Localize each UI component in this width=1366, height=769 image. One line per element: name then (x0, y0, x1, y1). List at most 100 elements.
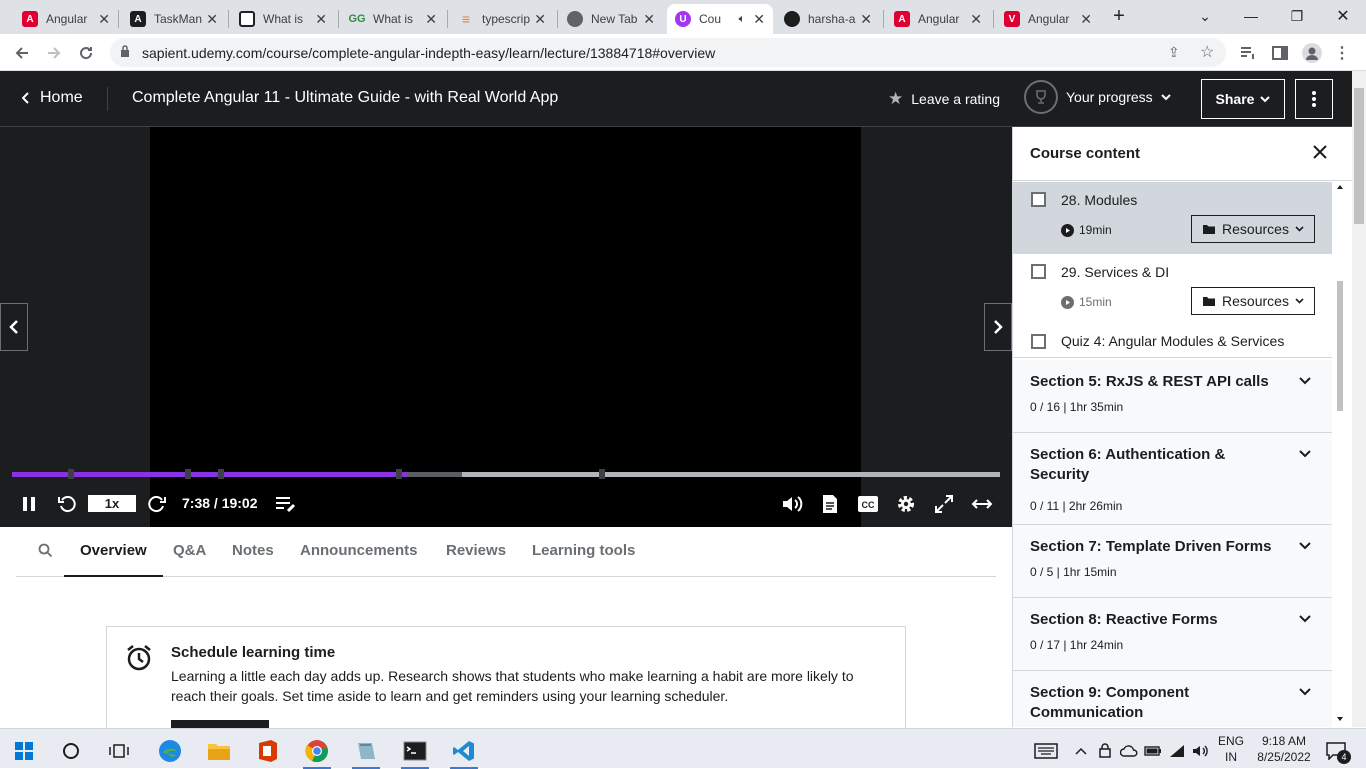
lecture-item[interactable]: 28. Modules 19min Resources (1013, 182, 1332, 254)
vscode-icon[interactable] (444, 733, 484, 769)
browser-tab[interactable]: New Tab ✕ (559, 4, 663, 34)
reading-list-icon[interactable] (1237, 42, 1259, 64)
fullscreen-icon[interactable] (932, 492, 956, 516)
close-icon[interactable]: ✕ (753, 11, 765, 28)
tab-search-icon[interactable]: ⌄ (1182, 0, 1228, 32)
tab-announcements[interactable]: Announcements (300, 542, 418, 559)
url-text[interactable]: sapient.udemy.com/course/complete-angula… (142, 45, 715, 61)
back-button[interactable] (9, 40, 35, 66)
browser-tab[interactable]: A TaskMan ✕ (122, 4, 226, 34)
captions-icon[interactable]: CC (856, 492, 880, 516)
close-icon[interactable]: ✕ (425, 11, 437, 28)
browser-tab-active[interactable]: U Cou 🔈︎ ✕ (667, 4, 773, 34)
browser-tab[interactable]: V Angular ✕ (996, 4, 1100, 34)
seek-bar[interactable] (12, 469, 1000, 479)
close-icon[interactable]: ✕ (860, 11, 872, 28)
bookmark-star-icon[interactable]: ☆ (1200, 42, 1214, 62)
maximize-button[interactable]: ❐ (1274, 0, 1320, 32)
close-icon[interactable]: ✕ (98, 11, 110, 28)
leave-rating-button[interactable]: ★ Leave a rating (888, 89, 1000, 109)
search-icon[interactable] (38, 543, 53, 558)
reload-button[interactable] (73, 40, 99, 66)
onedrive-icon[interactable] (1118, 733, 1140, 769)
clock[interactable]: 9:18 AM 8/25/2022 (1252, 733, 1316, 765)
playback-speed-button[interactable]: 1x (88, 495, 136, 512)
notepad-icon[interactable] (346, 733, 386, 769)
address-bar[interactable]: sapient.udemy.com/course/complete-angula… (110, 38, 1226, 67)
windows-start-icon[interactable] (4, 733, 44, 769)
expand-width-icon[interactable] (970, 492, 994, 516)
close-icon[interactable]: ✕ (970, 11, 982, 28)
lecture-checkbox[interactable] (1031, 192, 1046, 207)
language-indicator[interactable]: ENG IN (1216, 733, 1246, 765)
section-header[interactable]: Section 8: Reactive Forms 0 / 17 | 1hr 2… (1013, 598, 1332, 671)
video-player[interactable]: 1x 7:38 / 19:02 CC (0, 127, 1012, 527)
video-screen[interactable] (150, 127, 861, 527)
wifi-icon[interactable] (1166, 733, 1188, 769)
office-icon[interactable] (248, 733, 288, 769)
page-scroll-thumb[interactable] (1354, 88, 1364, 224)
notification-center-icon[interactable]: 4 (1318, 733, 1354, 769)
section-header[interactable]: Section 7: Template Driven Forms 0 / 5 |… (1013, 525, 1332, 598)
lecture-item[interactable]: 29. Services & DI 15min Resources (1013, 254, 1332, 326)
lock-icon[interactable] (120, 45, 130, 57)
progress-button[interactable]: Your progress (1024, 80, 1171, 114)
volume-icon[interactable] (1190, 733, 1212, 769)
terminal-icon[interactable] (395, 733, 435, 769)
browser-tab[interactable]: GG What is ✕ (341, 4, 445, 34)
minimize-button[interactable]: — (1228, 0, 1274, 32)
volume-icon[interactable] (780, 492, 804, 516)
browser-tab[interactable]: harsha-a ✕ (776, 4, 880, 34)
browser-tab[interactable]: What is ✕ (231, 4, 335, 34)
browser-tab[interactable]: ≡ typescrip ✕ (450, 4, 554, 34)
chrome-menu-icon[interactable]: ⋮ (1331, 42, 1353, 64)
section-header[interactable]: Section 6: Authentication & Security 0 /… (1013, 433, 1332, 525)
section-header[interactable]: Section 9: Component Communication (1013, 671, 1332, 727)
home-link[interactable]: Home (22, 89, 83, 107)
forward-icon[interactable] (145, 492, 169, 516)
new-tab-button[interactable]: + (1096, 0, 1142, 32)
search-icon[interactable] (51, 733, 91, 769)
section-header[interactable]: Section 5: RxJS & REST API calls 0 / 16 … (1013, 360, 1332, 433)
close-icon[interactable]: ✕ (643, 11, 655, 28)
close-icon[interactable]: ✕ (534, 11, 546, 28)
transcript-icon[interactable] (818, 492, 842, 516)
rewind-icon[interactable] (55, 492, 79, 516)
file-explorer-icon[interactable] (199, 733, 239, 769)
quiz-item[interactable]: Quiz 4: Angular Modules & Services (1013, 326, 1332, 358)
browser-tab[interactable]: A Angular ✕ (886, 4, 990, 34)
close-window-button[interactable]: ✕ (1320, 0, 1366, 32)
close-icon[interactable]: ✕ (315, 11, 327, 28)
profile-avatar-icon[interactable] (1301, 42, 1323, 64)
share-button[interactable]: Share (1201, 79, 1285, 119)
pause-icon[interactable] (17, 492, 41, 516)
sidebar-scrollbar[interactable] (1332, 181, 1348, 727)
settings-gear-icon[interactable] (894, 492, 918, 516)
audio-playing-icon[interactable]: 🔈︎ (739, 13, 746, 26)
close-icon[interactable] (1313, 145, 1333, 165)
side-panel-icon[interactable] (1269, 42, 1291, 64)
browser-tab[interactable]: A Angular ✕ (14, 4, 118, 34)
tab-reviews[interactable]: Reviews (446, 542, 506, 559)
close-icon[interactable]: ✕ (206, 11, 218, 28)
more-options-button[interactable] (1295, 79, 1333, 119)
chevron-up-icon[interactable] (1072, 733, 1090, 769)
battery-icon[interactable] (1142, 733, 1164, 769)
keyboard-icon[interactable] (1026, 733, 1066, 769)
quiz-checkbox[interactable] (1031, 334, 1046, 349)
add-note-icon[interactable] (274, 492, 298, 516)
previous-lecture-button[interactable] (0, 303, 28, 351)
course-title[interactable]: Complete Angular 11 - Ultimate Guide - w… (132, 89, 558, 107)
lecture-checkbox[interactable] (1031, 264, 1046, 279)
task-view-icon[interactable] (99, 733, 139, 769)
tab-overview[interactable]: Overview (64, 542, 163, 577)
share-page-icon[interactable]: ⇪ (1168, 44, 1180, 61)
page-scrollbar[interactable] (1352, 71, 1366, 727)
security-icon[interactable] (1095, 733, 1115, 769)
chrome-taskbar-icon[interactable] (297, 733, 337, 769)
edge-icon[interactable] (150, 733, 190, 769)
forward-button[interactable] (41, 40, 67, 66)
tab-notes[interactable]: Notes (232, 542, 274, 559)
close-icon[interactable]: ✕ (1080, 11, 1092, 28)
resources-button[interactable]: Resources (1191, 215, 1315, 243)
